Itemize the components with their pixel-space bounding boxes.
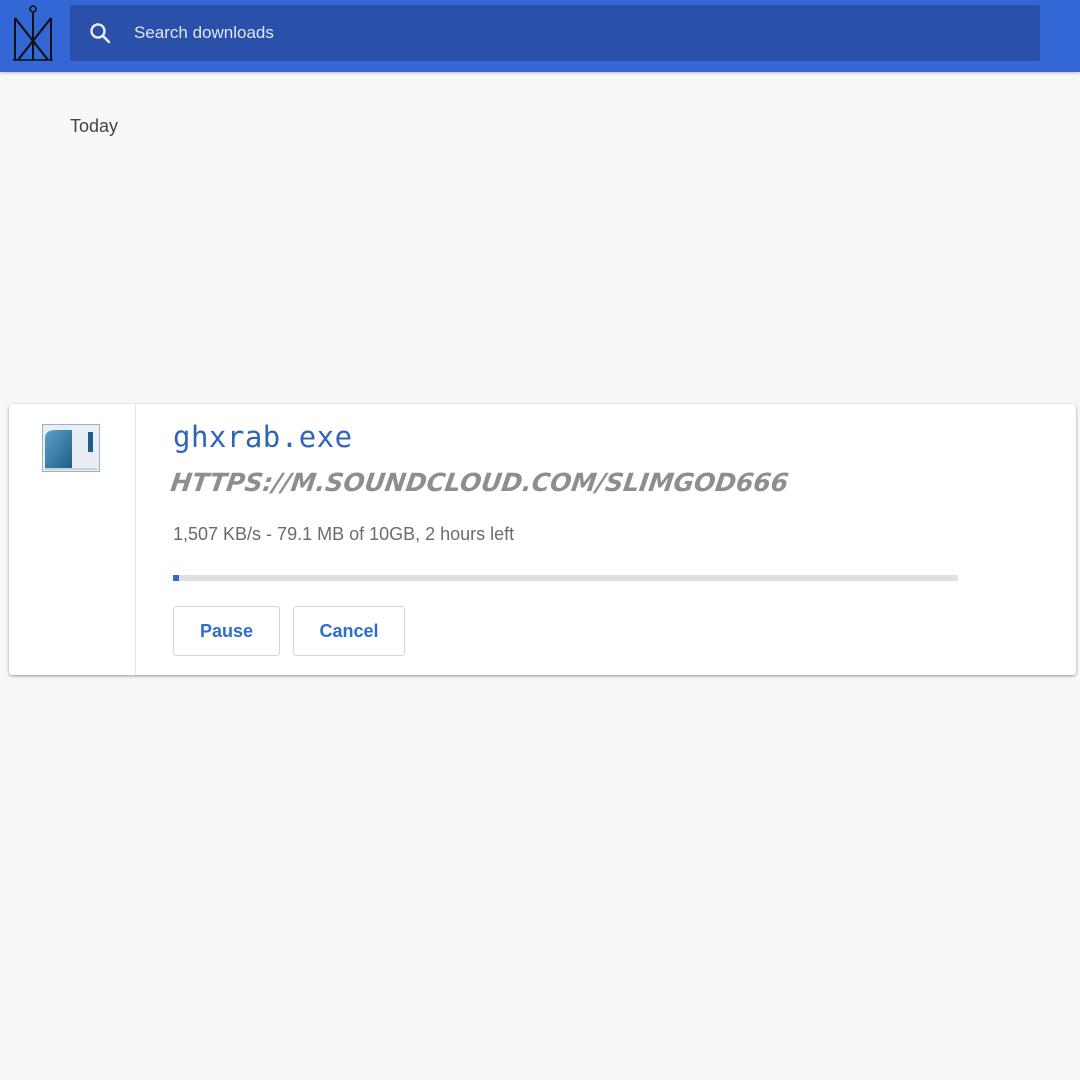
download-status-text: 1,507 KB/s - 79.1 MB of 10GB, 2 hours le… — [173, 524, 515, 544]
download-progress-bar — [173, 575, 958, 581]
executable-file-icon[interactable] — [42, 424, 100, 472]
search-input[interactable] — [134, 5, 1014, 61]
top-toolbar — [0, 0, 1080, 72]
search-box[interactable] — [70, 5, 1040, 61]
download-file-name[interactable]: ghxrab.exe — [173, 420, 353, 454]
download-source-url[interactable]: HTTPS://M.SOUNDCLOUD.COM/SLIMGOD666 — [169, 468, 790, 497]
monogram-logo-icon — [13, 5, 53, 61]
downloads-page: Today ghxrab.exe HTTPS://M.SOUNDCLOUD.CO… — [0, 0, 1080, 1080]
download-progress-fill — [173, 575, 180, 581]
cancel-button[interactable]: Cancel — [293, 606, 405, 656]
search-icon[interactable] — [88, 21, 112, 45]
date-section-label: Today — [70, 116, 119, 136]
download-icon-column — [9, 404, 136, 675]
download-item-card: ghxrab.exe HTTPS://M.SOUNDCLOUD.COM/SLIM… — [9, 404, 1076, 675]
pause-button[interactable]: Pause — [173, 606, 280, 656]
